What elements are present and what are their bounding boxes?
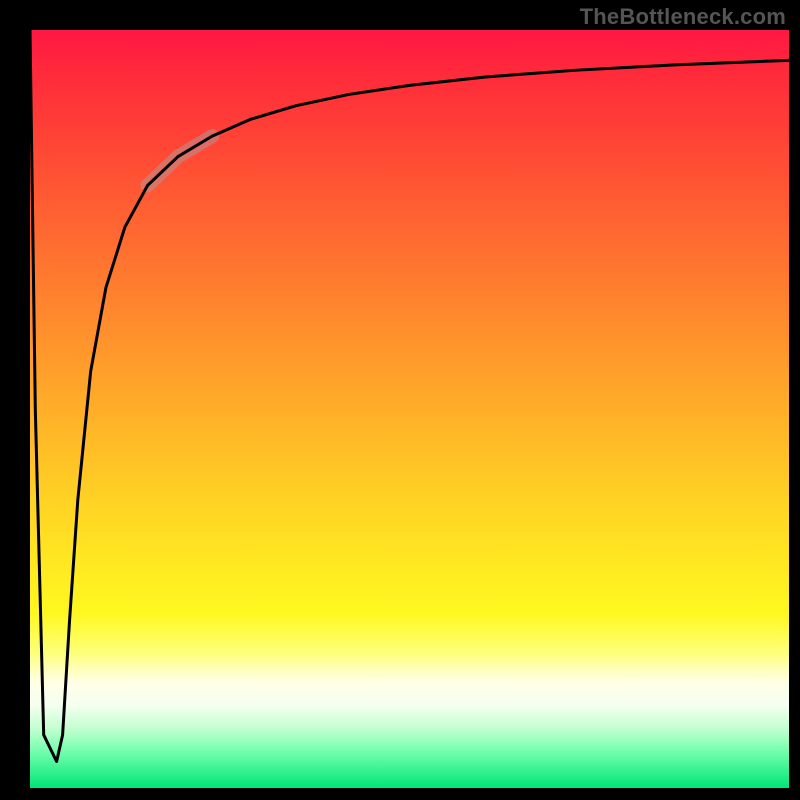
bottleneck-curve: [30, 30, 789, 761]
watermark-text: TheBottleneck.com: [580, 4, 786, 30]
curve-svg: [30, 30, 789, 788]
chart-frame: TheBottleneck.com: [0, 0, 800, 800]
plot-gradient-area: [30, 30, 789, 788]
